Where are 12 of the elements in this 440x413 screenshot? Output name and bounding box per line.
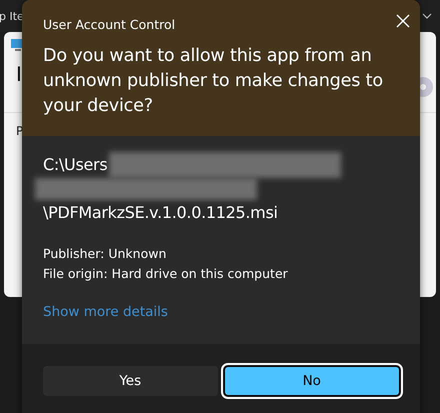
file-path: C:\Users bbox=[43, 154, 108, 176]
detail-text: Publisher: Unknown bbox=[43, 245, 168, 263]
close-icon[interactable] bbox=[396, 14, 410, 28]
window-heading: I bbox=[16, 62, 22, 86]
file-name: \PDFMarkzSE.v.1.0.0.1125.msi bbox=[43, 202, 279, 224]
yes-button[interactable]: Yes bbox=[43, 366, 218, 396]
detail-text: File origin: Hard drive on this computer bbox=[43, 265, 289, 283]
show-details-link[interactable]: Show more details bbox=[43, 304, 168, 320]
dialog-title: User Account Control bbox=[43, 17, 176, 32]
dialog-question: Do you want to allow this app from an unknown publisher to make changes to your device? bbox=[43, 45, 384, 118]
chevron-icon[interactable] bbox=[422, 13, 432, 19]
no-button[interactable]: No bbox=[224, 366, 400, 396]
